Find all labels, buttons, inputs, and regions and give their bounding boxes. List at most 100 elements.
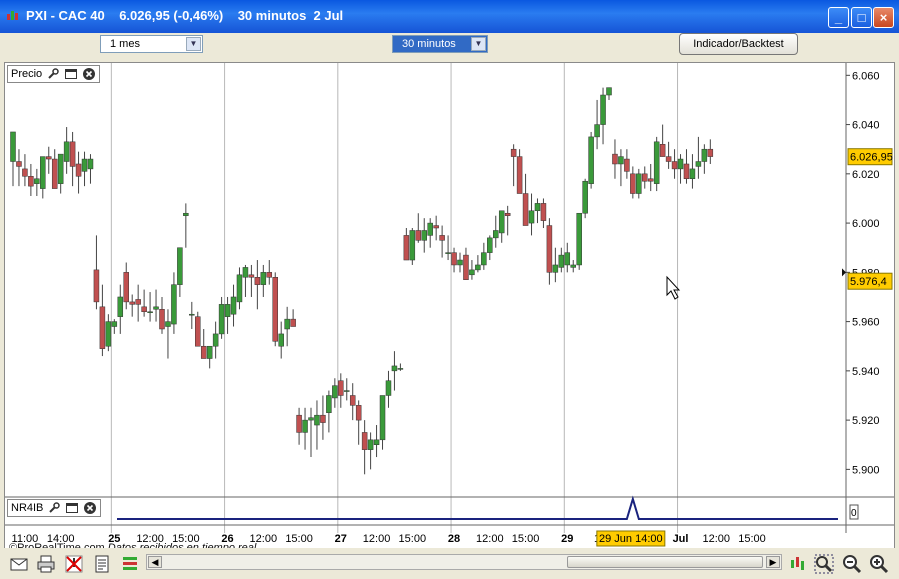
candle-body[interactable] <box>475 264 481 271</box>
candle-body[interactable] <box>278 333 284 347</box>
candle-body[interactable] <box>427 222 433 236</box>
candle-body[interactable] <box>302 419 308 433</box>
candle-body[interactable] <box>647 178 654 182</box>
print-icon[interactable] <box>36 554 56 574</box>
candle-body[interactable] <box>242 267 249 278</box>
candle-body[interactable] <box>576 212 582 266</box>
candle-body[interactable] <box>224 304 231 317</box>
candle-body[interactable] <box>248 274 255 278</box>
minimize-button[interactable]: _ <box>828 7 849 28</box>
candle-body[interactable] <box>46 156 52 160</box>
candle-body[interactable] <box>677 158 684 170</box>
candle-body[interactable] <box>582 180 588 214</box>
candle-body[interactable] <box>701 148 708 162</box>
candle-body[interactable] <box>230 296 237 315</box>
candle-body[interactable] <box>81 158 88 172</box>
candle-body[interactable] <box>290 318 296 327</box>
candle-body[interactable] <box>558 254 565 268</box>
zoom-box-icon[interactable] <box>814 554 834 574</box>
candle-body[interactable] <box>546 225 553 273</box>
candle-body[interactable] <box>111 321 118 327</box>
candle-body[interactable] <box>463 254 469 280</box>
candle-body[interactable] <box>189 313 195 316</box>
scroll-left-icon[interactable]: ◀ <box>148 556 162 568</box>
zoom-in-icon[interactable] <box>869 554 889 574</box>
candle-body[interactable] <box>99 306 106 349</box>
candle-body[interactable] <box>695 161 702 167</box>
candle-body[interactable] <box>671 161 678 170</box>
chevron-down-icon[interactable]: ▼ <box>471 37 486 51</box>
candles-icon[interactable] <box>788 554 808 574</box>
candle-body[interactable] <box>624 158 630 172</box>
candle-body[interactable] <box>236 274 243 303</box>
candle-body[interactable] <box>600 94 606 125</box>
candle-body[interactable] <box>379 395 386 441</box>
candle-body[interactable] <box>266 272 273 278</box>
close-circle-icon[interactable] <box>83 501 97 515</box>
candle-body[interactable] <box>141 306 147 312</box>
candle-body[interactable] <box>487 237 493 253</box>
maximize-button[interactable]: □ <box>851 7 872 28</box>
candle-body[interactable] <box>367 439 374 450</box>
candle-body[interactable] <box>314 414 320 426</box>
list-icon[interactable] <box>120 554 140 574</box>
candle-body[interactable] <box>606 87 612 96</box>
chevron-down-icon[interactable]: ▼ <box>186 37 201 51</box>
candle-body[interactable] <box>308 417 314 421</box>
candle-body[interactable] <box>171 284 177 325</box>
candle-body[interactable] <box>653 141 660 184</box>
candle-body[interactable] <box>540 203 547 221</box>
candle-body[interactable] <box>355 405 362 421</box>
candle-body[interactable] <box>689 168 696 180</box>
candle-body[interactable] <box>10 131 16 162</box>
candle-body[interactable] <box>397 368 404 370</box>
candle-body[interactable] <box>570 264 576 268</box>
wrench-icon[interactable] <box>46 67 60 81</box>
close-button[interactable]: × <box>873 7 894 28</box>
candle-body[interactable] <box>183 212 189 216</box>
candle-body[interactable] <box>260 272 267 285</box>
indicator-backtest-button[interactable]: Indicador/Backtest <box>679 33 798 55</box>
candle-body[interactable] <box>588 136 594 184</box>
candle-body[interactable] <box>51 158 58 189</box>
candle-body[interactable] <box>391 365 398 372</box>
candle-body[interactable] <box>683 163 690 180</box>
candle-body[interactable] <box>135 299 141 305</box>
candle-body[interactable] <box>481 252 487 266</box>
candle-body[interactable] <box>373 439 380 445</box>
candle-body[interactable] <box>630 173 636 194</box>
candle-body[interactable] <box>344 390 350 392</box>
horizontal-scrollbar[interactable]: ◀ ▶ <box>146 554 782 570</box>
candle-body[interactable] <box>451 252 457 266</box>
candle-body[interactable] <box>469 269 475 276</box>
candle-body[interactable] <box>57 153 64 184</box>
candle-body[interactable] <box>147 311 153 313</box>
candle-body[interactable] <box>16 161 22 167</box>
candle-body[interactable] <box>659 144 666 157</box>
candle-body[interactable] <box>665 156 672 162</box>
candle-body[interactable] <box>272 277 278 342</box>
candle-body[interactable] <box>153 306 159 310</box>
candle-body[interactable] <box>87 158 94 170</box>
candle-body[interactable] <box>707 148 714 157</box>
candle-body[interactable] <box>93 269 100 303</box>
candle-body[interactable] <box>75 163 82 177</box>
window-icon[interactable] <box>64 67 78 81</box>
candle-body[interactable] <box>564 252 571 266</box>
candle-body[interactable] <box>22 168 28 177</box>
candle-body[interactable] <box>34 178 40 184</box>
candle-body[interactable] <box>326 395 332 413</box>
candle-body[interactable] <box>165 321 171 327</box>
candle-body[interactable] <box>296 414 302 433</box>
candle-body[interactable] <box>200 345 207 359</box>
candle-body[interactable] <box>510 148 517 157</box>
candle-body[interactable] <box>385 380 392 396</box>
candle-body[interactable] <box>493 230 499 239</box>
candle-body[interactable] <box>612 153 618 165</box>
candle-body[interactable] <box>320 414 326 423</box>
candle-body[interactable] <box>504 212 511 216</box>
candle-body[interactable] <box>439 235 445 241</box>
close-circle-icon[interactable] <box>82 67 96 81</box>
candle-body[interactable] <box>409 230 416 261</box>
candle-body[interactable] <box>206 345 213 359</box>
